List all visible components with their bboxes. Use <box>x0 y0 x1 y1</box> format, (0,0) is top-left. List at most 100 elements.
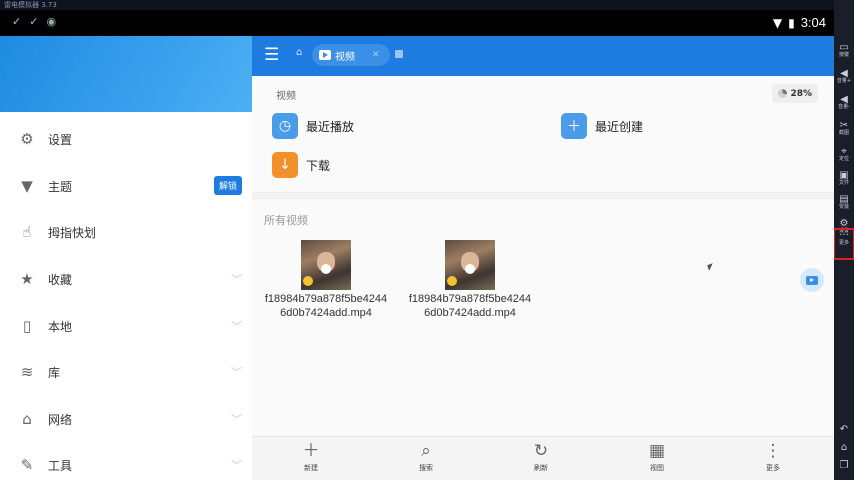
chevron-down-icon: ﹀ <box>231 413 242 426</box>
recents-icon: ❐ <box>839 460 849 471</box>
recents-tool[interactable]: ❐ <box>836 460 852 480</box>
storage-usage-value: 28% <box>790 88 812 99</box>
back-icon: ↶ <box>839 424 849 435</box>
download-icon: ↓ <box>272 152 298 178</box>
drawer-item-label: 网络 <box>48 412 73 427</box>
more-button[interactable]: ⋮ 更多 <box>743 441 803 473</box>
screenshot-tool[interactable]: ✂ 截图 <box>836 120 852 140</box>
video-icon <box>806 275 818 285</box>
refresh-icon: ↻ <box>533 441 549 461</box>
video-file-tile[interactable]: f18984b79a878f5be4244 6d0b7424add.mp4 <box>254 240 398 320</box>
drawer-item-local[interactable]: ▯ 本地 ﹀ <box>0 303 252 349</box>
phone-icon: ▯ <box>22 317 32 335</box>
shield-icon: ◉ <box>46 15 57 28</box>
more-vertical-icon: ⋮ <box>764 441 782 461</box>
navigation-drawer: ⚙ 设置 ▼ 主题 解锁 ☝ 拇指快划 ★ 收藏 ﹀ ▯ 本地 ﹀ ≋ 库 ﹀ … <box>0 36 252 480</box>
close-icon[interactable]: ✕ <box>372 50 380 60</box>
breadcrumb-tab-video[interactable]: 视频 ✕ <box>312 44 390 66</box>
floating-video-button[interactable] <box>800 268 824 292</box>
breadcrumb-more-icon[interactable] <box>395 50 403 58</box>
shortcut-download[interactable]: ↓ 下载 <box>272 152 330 178</box>
shortcut-label: 最近播放 <box>306 119 355 134</box>
more-tool[interactable]: ··· 更多 <box>833 228 854 260</box>
storage-usage-badge[interactable]: 28% <box>772 84 818 103</box>
bottom-toolbar: ＋ 新建 ⌕ 搜索 ↻ 刷新 ▦ 视图 ⋮ 更多 <box>252 436 834 480</box>
emulator-toolbar: ▭ 按键 ◀ 音量+ ◀ 音量- ✂ 截图 ⌖ 定位 ▣ 文件 ▤ 安装 ⚙ 设置 ··· 更多 … <box>833 0 854 480</box>
chevron-down-icon: ﹀ <box>231 459 242 472</box>
menu-icon[interactable]: ☰ <box>264 46 282 64</box>
refresh-button[interactable]: ↻ 刷新 <box>511 441 571 473</box>
video-thumbnail <box>301 240 351 290</box>
back-tool[interactable]: ↶ <box>836 424 852 444</box>
drawer-item-label: 拇指快划 <box>48 225 97 240</box>
drawer-item-label: 工具 <box>48 458 73 473</box>
volume-down-tool[interactable]: ◀ 音量- <box>836 94 852 114</box>
pie-chart-icon <box>778 89 788 98</box>
unlock-button[interactable]: 解锁 <box>213 176 242 195</box>
keyboard-tool[interactable]: ▭ 按键 <box>836 42 852 62</box>
chevron-down-icon: ﹀ <box>231 273 242 286</box>
drawer-item-label: 设置 <box>48 132 73 147</box>
new-button[interactable]: ＋ 新建 <box>281 441 341 473</box>
emulator-title: 雷电模拟器 3.73 <box>0 0 834 10</box>
plus-icon: ＋ <box>302 441 320 461</box>
network-icon: ⌂ <box>22 410 32 428</box>
install-tool[interactable]: ▤ 安装 <box>836 194 852 214</box>
status-bar: ✓ ✓ ◉ ▼ ▮ 3:04 <box>0 10 834 36</box>
wifi-icon: ▼ <box>772 15 783 30</box>
app-bar: ☰ ⌂ 视频 ✕ <box>252 36 834 76</box>
drawer-item-tools[interactable]: ✎ 工具 ﹀ <box>0 442 252 480</box>
view-button[interactable]: ▦ 视图 <box>627 441 687 473</box>
plus-icon: ＋ <box>561 113 587 139</box>
section-title: 视频 <box>276 91 296 102</box>
drawer-item-label: 库 <box>48 365 61 380</box>
home-icon[interactable]: ⌂ <box>296 47 302 58</box>
play-icon <box>319 50 331 60</box>
grid-icon: ▦ <box>648 441 666 461</box>
home-icon: ⌂ <box>840 442 848 453</box>
file-tool[interactable]: ▣ 文件 <box>836 170 852 190</box>
drawer-item-library[interactable]: ≋ 库 ﹀ <box>0 349 252 395</box>
wrench-icon: ✎ <box>20 456 34 474</box>
shortcut-recent-created[interactable]: ＋ 最近创建 <box>561 113 643 139</box>
play-icon <box>465 264 475 274</box>
drawer-item-settings[interactable]: ⚙ 设置 <box>0 116 252 162</box>
shortcut-label: 最近创建 <box>595 119 644 134</box>
file-name: f18984b79a878f5be4244 6d0b7424add.mp4 <box>408 293 532 319</box>
drawer-item-network[interactable]: ⌂ 网络 ﹀ <box>0 396 252 442</box>
breadcrumb-label: 视频 <box>335 51 355 63</box>
chevron-down-icon: ﹀ <box>231 366 242 379</box>
drawer-item-label: 收藏 <box>48 272 73 287</box>
play-icon <box>321 264 331 274</box>
location-tool[interactable]: ⌖ 定位 <box>836 146 852 166</box>
shortcut-label: 下载 <box>306 158 331 173</box>
drawer-item-label: 本地 <box>48 319 73 334</box>
search-button[interactable]: ⌕ 搜索 <box>396 441 456 473</box>
home-tool[interactable]: ⌂ <box>836 442 852 462</box>
check-icon: ✓ <box>29 15 39 28</box>
video-thumbnail <box>445 240 495 290</box>
file-name: f18984b79a878f5be4244 6d0b7424add.mp4 <box>264 293 388 319</box>
chevron-down-icon: ﹀ <box>231 320 242 333</box>
status-time: 3:04 <box>800 15 826 30</box>
drawer-header <box>0 36 252 112</box>
gear-icon: ⚙ <box>20 130 34 148</box>
layers-icon: ≋ <box>20 363 34 381</box>
shirt-icon: ▼ <box>21 177 33 195</box>
section-divider <box>252 192 834 200</box>
swipe-icon: ☝ <box>22 223 32 241</box>
main-panel: ☰ ⌂ 视频 ✕ 视频 28% ◷ 最近播放 ＋ 最近创建 ↓ 下载 所有视频 … <box>252 36 834 480</box>
all-videos-heading: 所有视频 <box>264 214 308 227</box>
drawer-item-favorites[interactable]: ★ 收藏 ﹀ <box>0 256 252 302</box>
check-icon: ✓ <box>12 15 22 28</box>
battery-icon: ▮ <box>788 15 795 30</box>
mouse-cursor <box>707 263 715 271</box>
clock-icon: ◷ <box>272 113 298 139</box>
volume-up-tool[interactable]: ◀ 音量+ <box>836 68 852 88</box>
video-file-tile[interactable]: f18984b79a878f5be4244 6d0b7424add.mp4 <box>398 240 542 320</box>
shortcut-recent-played[interactable]: ◷ 最近播放 <box>272 113 354 139</box>
star-icon: ★ <box>20 270 34 288</box>
drawer-item-theme[interactable]: ▼ 主题 解锁 <box>0 163 252 209</box>
drawer-item-thumb-swipe[interactable]: ☝ 拇指快划 <box>0 209 252 255</box>
drawer-item-label: 主题 <box>48 179 73 194</box>
